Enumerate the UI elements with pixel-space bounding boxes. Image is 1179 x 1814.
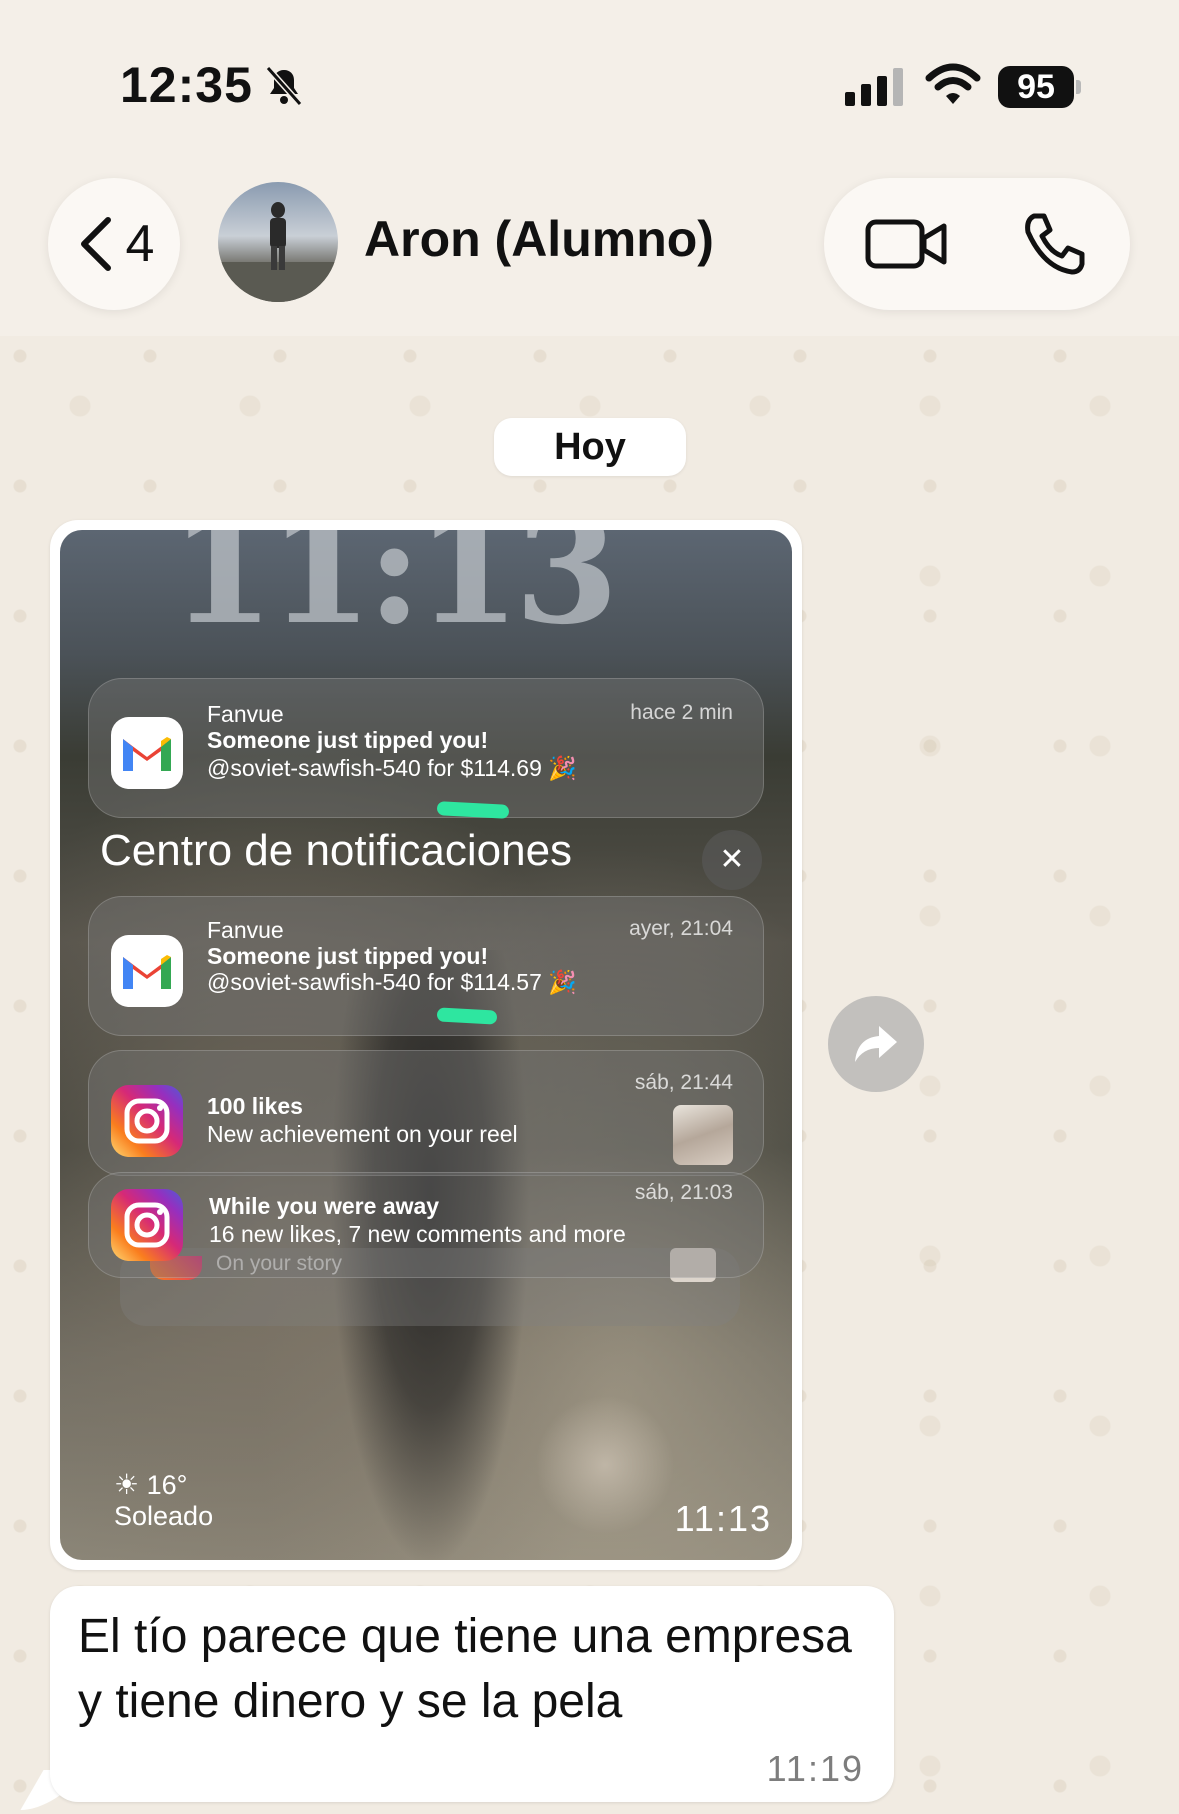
weather-desc: Soleado — [114, 1501, 214, 1531]
gmail-icon — [111, 717, 183, 789]
reel-thumbnail — [673, 1105, 733, 1165]
battery-indicator: 95 — [998, 66, 1074, 108]
message-time: 11:19 — [766, 1748, 864, 1789]
back-button[interactable]: 4 — [48, 178, 180, 310]
avatar-photo — [218, 202, 338, 302]
text-message-bubble[interactable]: El tío parece que tiene una empresa y ti… — [50, 1586, 894, 1802]
screenshot-image[interactable]: 11:13 Fanvue hace 2 min Someone just tip… — [60, 530, 792, 1560]
notification-title: 100 likes — [207, 1093, 303, 1119]
highlight-marker — [436, 801, 510, 819]
instagram-icon — [111, 1085, 183, 1157]
forward-icon — [855, 1026, 897, 1062]
forward-button[interactable] — [828, 996, 924, 1092]
signal-icon — [845, 68, 903, 106]
phone-call-icon[interactable] — [1020, 210, 1088, 278]
unread-count: 4 — [125, 215, 155, 273]
message-text: El tío parece que tiene una empresa y ti… — [78, 1610, 852, 1728]
notification-time: ayer, 21:04 — [629, 917, 733, 940]
status-bar: 12:35 95 — [0, 0, 1179, 150]
notification-card: Fanvue ayer, 21:04 Someone just tipped y… — [88, 896, 764, 1036]
bell-off-icon — [265, 66, 303, 106]
notification-time: sáb, 21:03 — [634, 1181, 733, 1204]
highlight-marker — [436, 1007, 498, 1025]
notification-card: sáb, 21:44 100 likes New achievement on … — [88, 1050, 764, 1176]
notification-app: Fanvue — [207, 701, 284, 727]
notification-title: Someone just tipped you! — [207, 943, 489, 969]
notification-body: @soviet-sawfish-540 for $114.69 🎉 — [207, 755, 577, 781]
avatar[interactable] — [218, 182, 338, 302]
battery-tip — [1076, 80, 1081, 94]
chat-header: 4 Aron (Alumno) — [0, 150, 1179, 336]
instagram-icon — [111, 1189, 183, 1261]
notification-body: New achievement on your reel — [207, 1121, 518, 1147]
image-timestamp: 11:13 — [674, 1498, 772, 1539]
weather-widget: ☀ 16° Soleado — [114, 1468, 213, 1532]
notification-time: hace 2 min — [630, 701, 733, 724]
call-actions — [824, 178, 1130, 310]
notification-time: sáb, 21:44 — [634, 1071, 733, 1094]
close-icon: ✕ — [702, 830, 762, 890]
gmail-icon — [111, 935, 183, 1007]
notification-card: Fanvue hace 2 min Someone just tipped yo… — [88, 678, 764, 819]
notification-body: @soviet-sawfish-540 for $114.57 🎉 — [207, 969, 577, 995]
notification-title: While you were away — [209, 1193, 440, 1219]
chevron-left-icon — [80, 217, 111, 271]
lockscreen-clock: 11:13 — [170, 530, 619, 658]
status-time: 12:35 — [120, 57, 253, 113]
image-message-bubble[interactable]: 11:13 Fanvue hace 2 min Someone just tip… — [50, 520, 802, 1570]
wifi-icon — [925, 63, 981, 104]
notification-center-title: Centro de notificaciones — [100, 826, 573, 875]
notification-body: 16 new likes, 7 new comments and more — [209, 1221, 626, 1247]
video-call-icon[interactable] — [864, 214, 948, 274]
date-chip: Hoy — [494, 418, 686, 476]
contact-name[interactable]: Aron (Alumno) — [364, 210, 714, 268]
dog-silhouette — [530, 1390, 680, 1540]
notification-card: sáb, 21:03 While you were away 16 new li… — [88, 1172, 764, 1278]
sun-icon: ☀ — [114, 1469, 140, 1500]
notification-app: Fanvue — [207, 917, 284, 943]
weather-temp: 16° — [146, 1470, 188, 1500]
notification-title: Someone just tipped you! — [207, 727, 489, 753]
